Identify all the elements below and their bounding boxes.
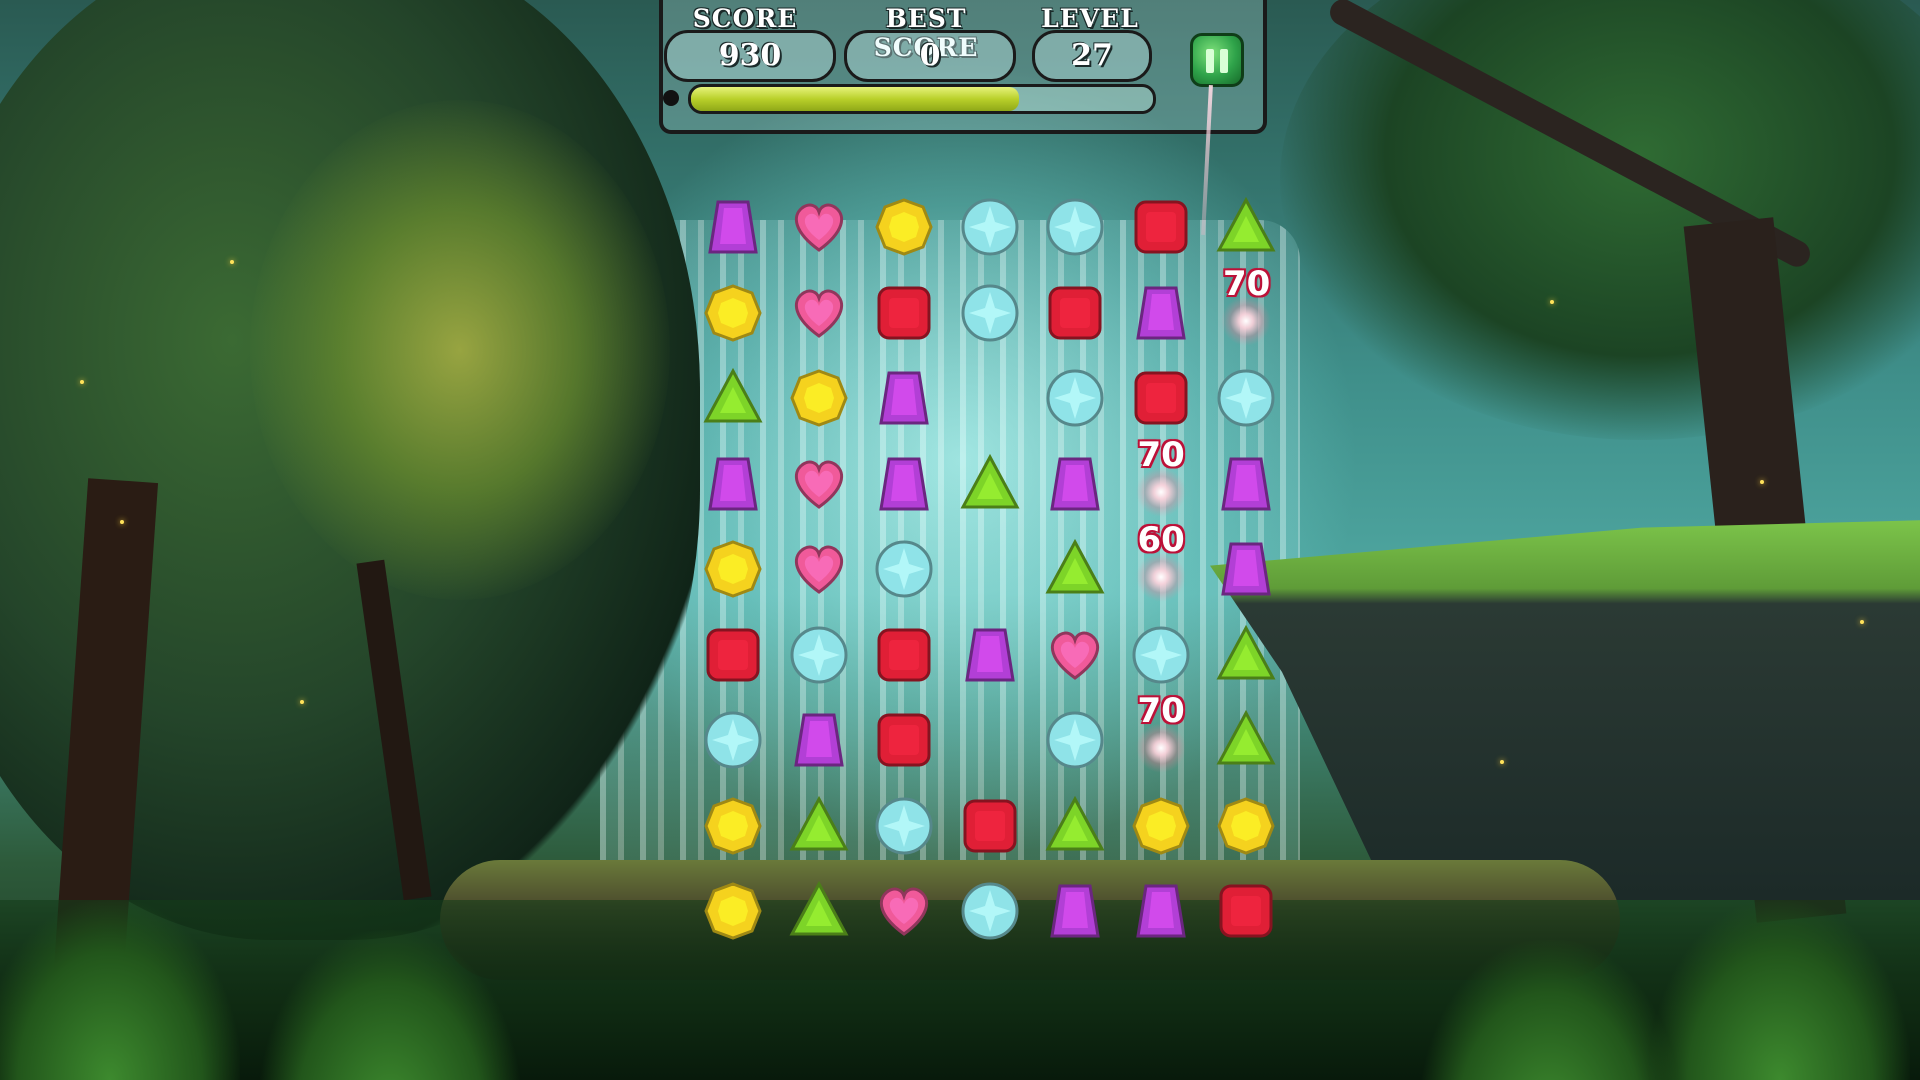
gem-teal[interactable] (1044, 367, 1106, 429)
gem-teal[interactable] (873, 538, 935, 600)
gem-green[interactable] (788, 880, 850, 942)
firefly (1860, 620, 1864, 624)
gem-teal[interactable] (959, 880, 1021, 942)
mossy-rock-ledge (1210, 520, 1920, 900)
gem-pink[interactable] (1044, 624, 1106, 686)
gem-purple[interactable] (873, 453, 935, 515)
firefly (120, 520, 124, 524)
gem-green[interactable] (788, 795, 850, 857)
gem-red[interactable] (873, 709, 935, 771)
gem-red[interactable] (1044, 282, 1106, 344)
gem-yellow[interactable] (788, 367, 850, 429)
level-value: 27 (1032, 30, 1152, 82)
gem-purple[interactable] (702, 453, 764, 515)
gem-purple[interactable] (788, 709, 850, 771)
gem-yellow[interactable] (702, 538, 764, 600)
gem-teal[interactable] (1215, 367, 1277, 429)
gem-green[interactable] (1215, 196, 1277, 258)
pause-icon (1206, 49, 1214, 73)
gem-pink[interactable] (788, 453, 850, 515)
gem-green[interactable] (959, 453, 1021, 515)
gem-pink[interactable] (788, 282, 850, 344)
gem-green[interactable] (1044, 795, 1106, 857)
firefly (1760, 480, 1764, 484)
gem-yellow[interactable] (702, 795, 764, 857)
score-label: SCORE (692, 4, 798, 33)
gem-green[interactable] (702, 367, 764, 429)
gem-red[interactable] (959, 795, 1021, 857)
score-popup: 70 (1137, 691, 1185, 731)
firefly (1500, 760, 1504, 764)
gem-purple[interactable] (1215, 538, 1277, 600)
gem-purple[interactable] (1130, 880, 1192, 942)
gem-teal[interactable] (1044, 196, 1106, 258)
gem-yellow[interactable] (702, 282, 764, 344)
pause-icon (1220, 49, 1228, 73)
level-progress-bar (688, 84, 1156, 114)
gem-pink[interactable] (788, 196, 850, 258)
score-popup: 60 (1137, 520, 1185, 560)
gem-teal[interactable] (1130, 624, 1192, 686)
score-popup: 70 (1137, 434, 1185, 475)
gem-teal[interactable] (702, 709, 764, 771)
gem-purple[interactable] (959, 624, 1021, 686)
progress-start-marker (663, 90, 679, 106)
fern-right (1650, 900, 1910, 1080)
best-score-value: 0 (844, 30, 1016, 82)
gem-yellow[interactable] (702, 880, 764, 942)
gem-pink[interactable] (873, 880, 935, 942)
firefly (1550, 300, 1554, 304)
gem-purple[interactable] (702, 196, 764, 258)
gem-green[interactable] (1215, 709, 1277, 771)
gem-teal[interactable] (959, 282, 1021, 344)
gem-green[interactable] (1215, 624, 1277, 686)
gem-red[interactable] (702, 624, 764, 686)
gem-teal[interactable] (1044, 709, 1106, 771)
gem-yellow[interactable] (1215, 795, 1277, 857)
gem-pink[interactable] (788, 538, 850, 600)
gem-purple[interactable] (1130, 282, 1192, 344)
firefly (230, 260, 234, 264)
gem-teal[interactable] (788, 624, 850, 686)
level-label: LEVEL (1041, 4, 1139, 33)
gem-red[interactable] (1130, 367, 1192, 429)
gem-teal[interactable] (873, 795, 935, 857)
gem-red[interactable] (873, 624, 935, 686)
level-progress-fill (691, 87, 1020, 111)
gem-purple[interactable] (1044, 880, 1106, 942)
gem-green[interactable] (1044, 538, 1106, 600)
gem-red[interactable] (1215, 880, 1277, 942)
score-value: 930 (664, 30, 836, 82)
gem-teal[interactable] (959, 196, 1021, 258)
score-popup: 70 (1223, 263, 1271, 304)
firefly (80, 380, 84, 384)
gem-purple[interactable] (1044, 453, 1106, 515)
left-tree-highlight (250, 100, 670, 600)
fern-left (0, 900, 240, 1080)
gem-yellow[interactable] (873, 196, 935, 258)
gem-red[interactable] (873, 282, 935, 344)
gem-red[interactable] (1130, 196, 1192, 258)
gem-purple[interactable] (873, 367, 935, 429)
gem-purple[interactable] (1215, 453, 1277, 515)
pause-button[interactable] (1190, 33, 1244, 87)
right-tree-canopy (1280, 0, 1920, 440)
gem-yellow[interactable] (1130, 795, 1192, 857)
firefly (300, 700, 304, 704)
